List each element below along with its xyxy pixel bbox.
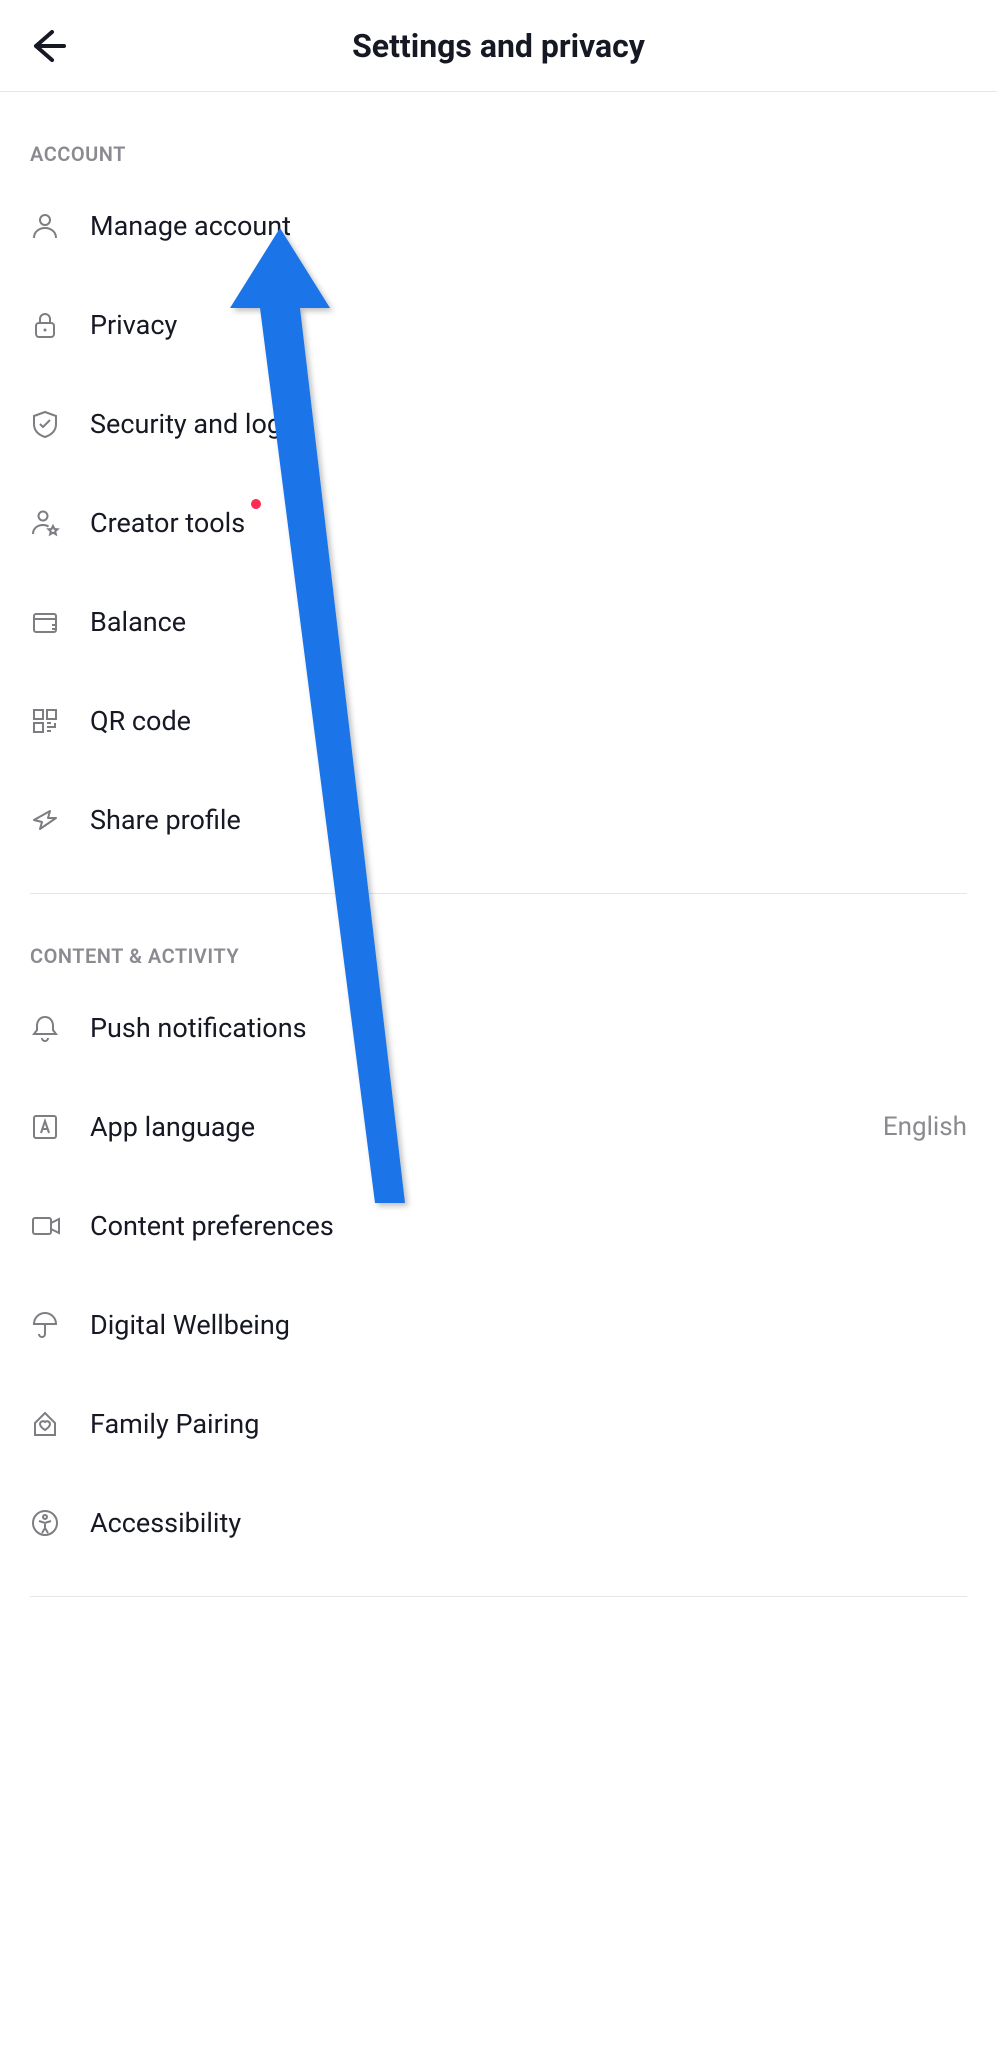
back-button[interactable] <box>28 26 68 66</box>
row-label: App language <box>90 1111 883 1143</box>
row-label: Digital Wellbeing <box>90 1309 967 1341</box>
row-label: Creator tools <box>90 507 967 539</box>
row-label: Share profile <box>90 804 967 836</box>
language-icon <box>30 1112 60 1142</box>
row-app-language[interactable]: App language English <box>0 1077 997 1176</box>
row-content-preferences[interactable]: Content preferences <box>0 1176 997 1275</box>
row-label: Accessibility <box>90 1507 967 1539</box>
row-label: Push notifications <box>90 1012 967 1044</box>
section-label-account: Account <box>0 92 997 176</box>
row-balance[interactable]: Balance <box>0 572 997 671</box>
section-divider <box>30 1596 967 1597</box>
wallet-icon <box>30 607 60 637</box>
row-accessibility[interactable]: Accessibility <box>0 1473 997 1572</box>
row-family-pairing[interactable]: Family Pairing <box>0 1374 997 1473</box>
row-creator-tools[interactable]: Creator tools <box>0 473 997 572</box>
home-heart-icon <box>30 1409 60 1439</box>
row-push-notifications[interactable]: Push notifications <box>0 978 997 1077</box>
row-label: Content preferences <box>90 1210 967 1242</box>
row-qr-code[interactable]: QR code <box>0 671 997 770</box>
shield-icon <box>30 409 60 439</box>
section-label-content-activity: Content & Activity <box>0 894 997 978</box>
video-icon <box>30 1211 62 1241</box>
notification-dot <box>251 499 261 509</box>
row-privacy[interactable]: Privacy <box>0 275 997 374</box>
page-title: Settings and privacy <box>352 27 645 65</box>
row-label: QR code <box>90 705 967 737</box>
person-icon <box>30 211 60 241</box>
qr-code-icon <box>30 706 60 736</box>
row-digital-wellbeing[interactable]: Digital Wellbeing <box>0 1275 997 1374</box>
row-label: Security and login <box>90 408 967 440</box>
lock-icon <box>30 310 60 340</box>
bell-icon <box>30 1013 60 1043</box>
header-bar: Settings and privacy <box>0 0 997 92</box>
row-label: Balance <box>90 606 967 638</box>
person-star-icon <box>30 507 62 539</box>
row-value: English <box>883 1112 967 1142</box>
share-icon <box>30 805 60 835</box>
row-label: Privacy <box>90 309 967 341</box>
umbrella-icon <box>30 1310 60 1340</box>
arrow-left-icon <box>30 28 66 64</box>
accessibility-icon <box>30 1508 60 1538</box>
row-security[interactable]: Security and login <box>0 374 997 473</box>
row-manage-account[interactable]: Manage account <box>0 176 997 275</box>
row-share-profile[interactable]: Share profile <box>0 770 997 869</box>
row-label-text: Creator tools <box>90 507 245 539</box>
row-label: Manage account <box>90 210 967 242</box>
row-label: Family Pairing <box>90 1408 967 1440</box>
